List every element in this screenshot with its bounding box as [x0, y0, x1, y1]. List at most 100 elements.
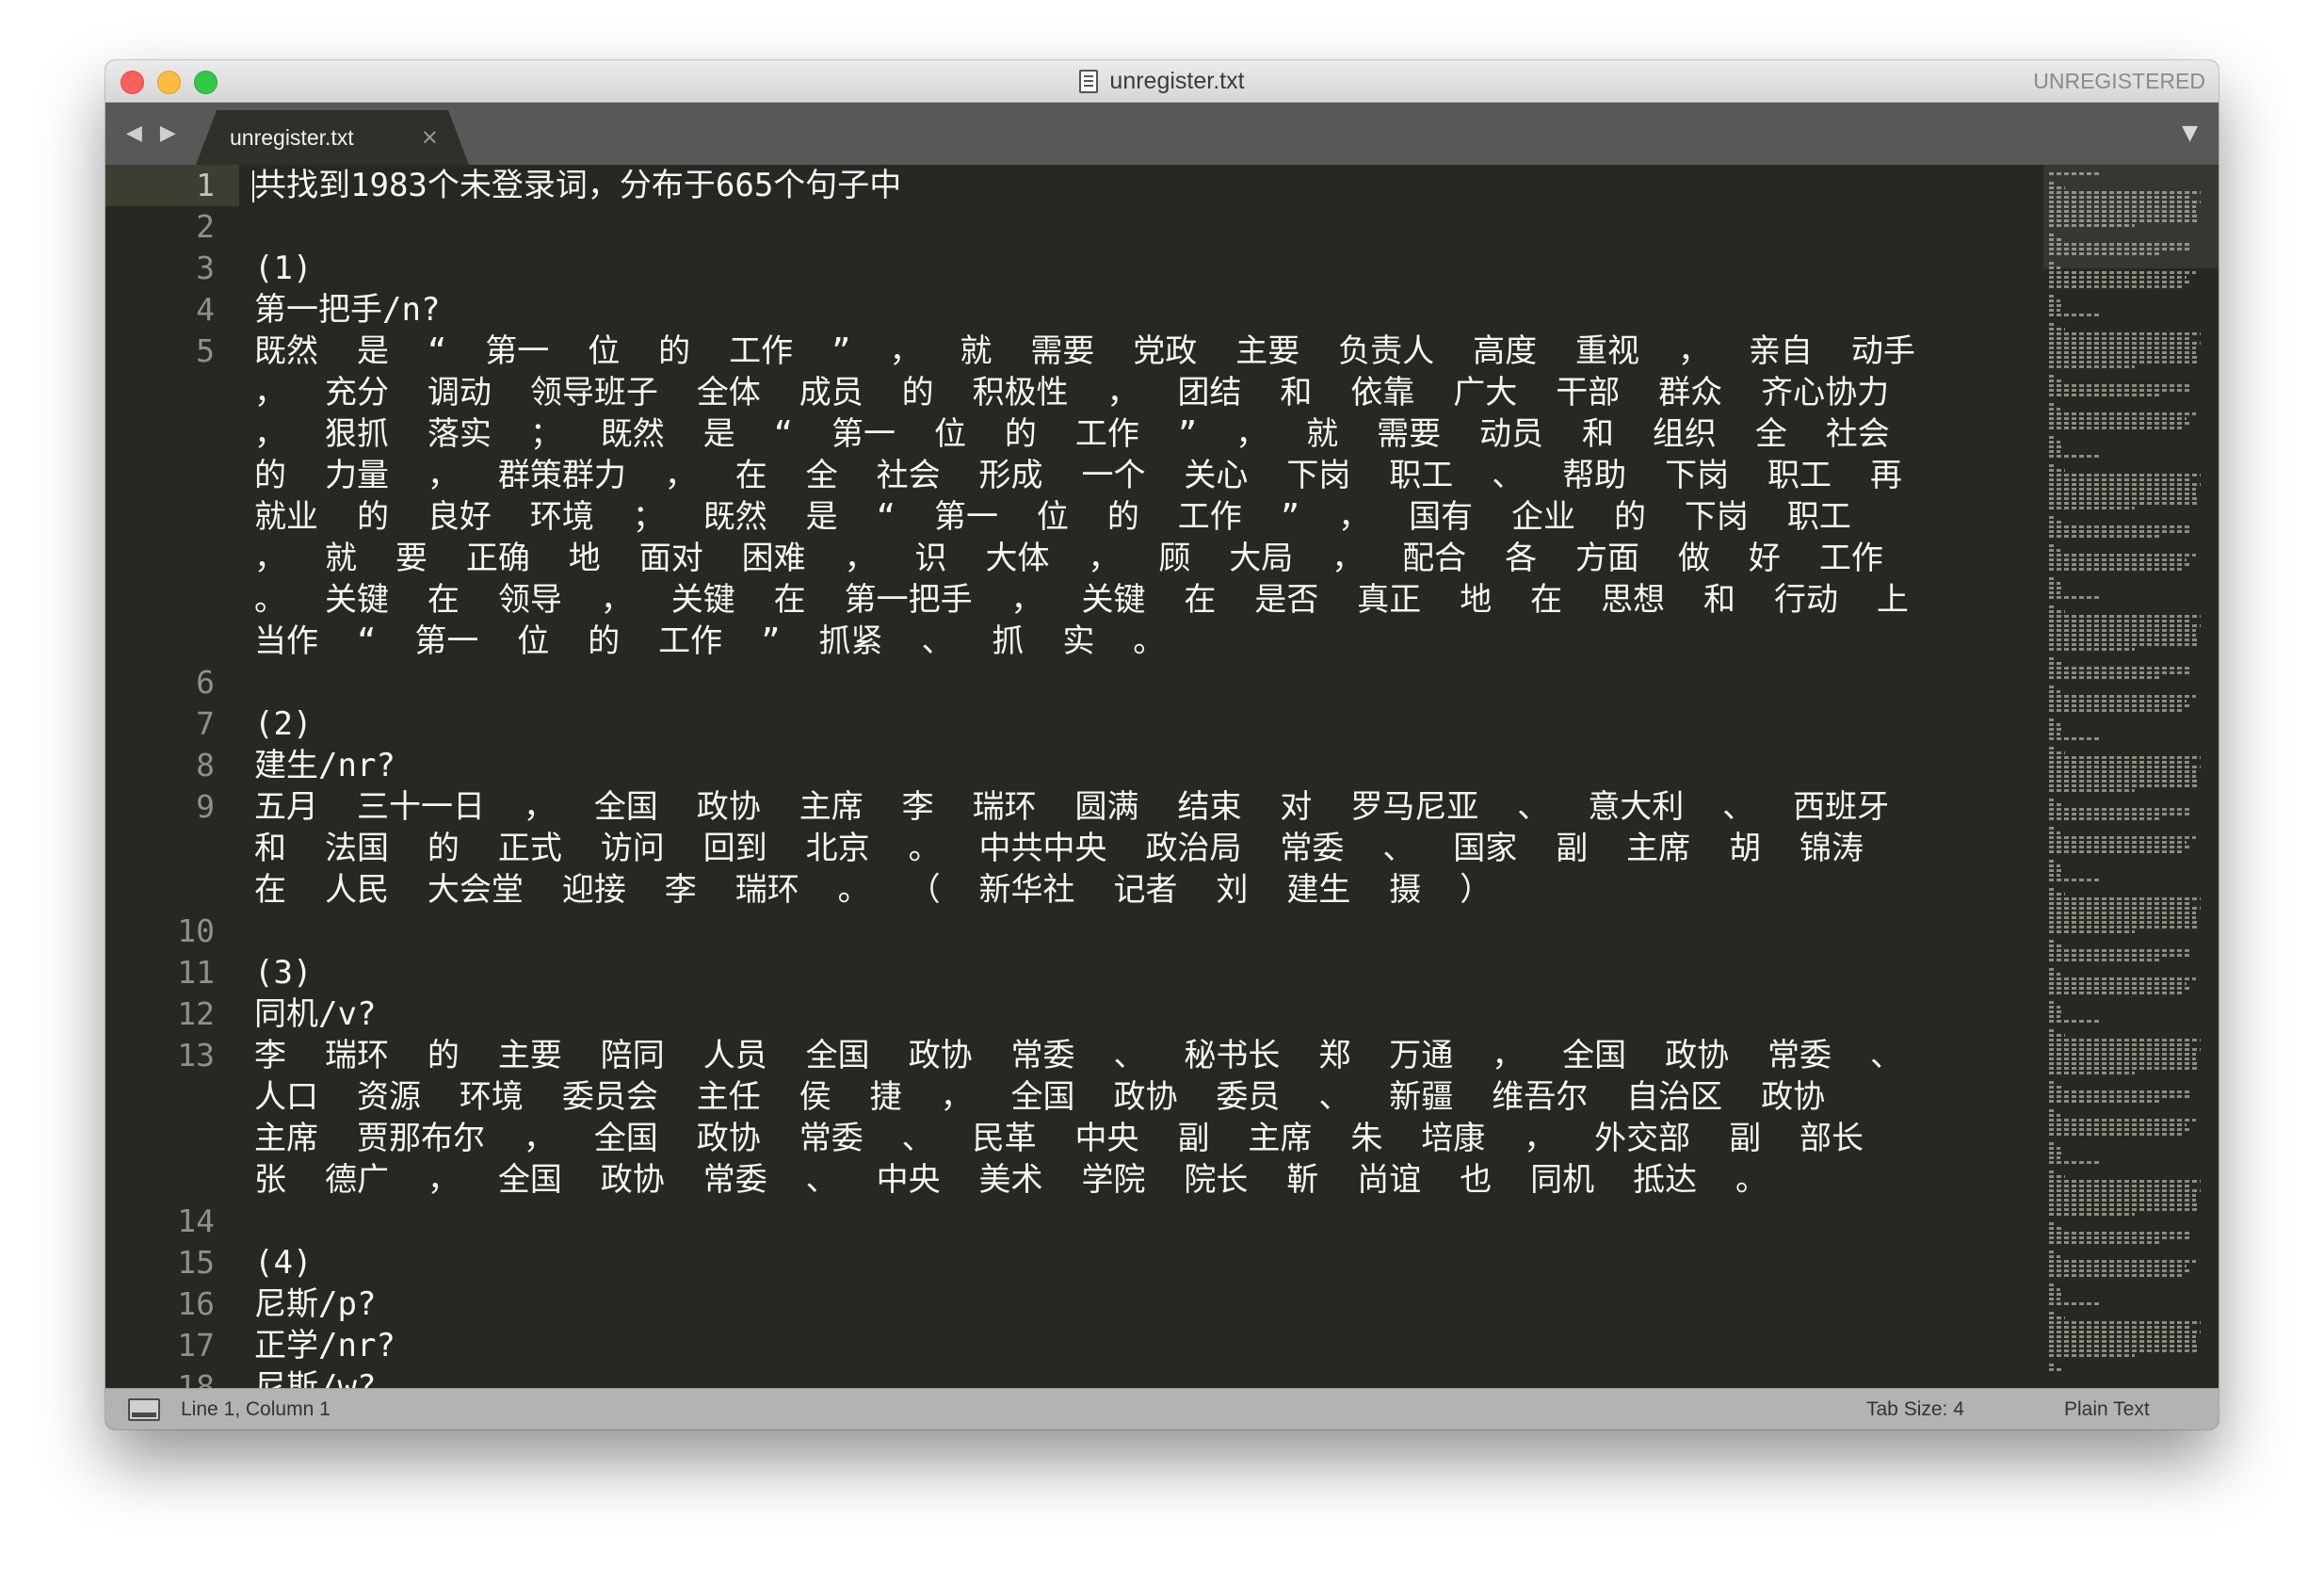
- minimap-line: [2049, 1265, 2187, 1267]
- minimap-line: [2049, 1274, 2185, 1277]
- close-icon[interactable]: ×: [421, 110, 439, 165]
- minimap-line: [2049, 201, 2201, 203]
- line-number: 7: [196, 705, 215, 742]
- tab-unregister-txt[interactable]: unregister.txt ×: [196, 110, 469, 165]
- minimap-line: [2049, 638, 2199, 641]
- text-line: 建生/nr?: [254, 747, 395, 784]
- minimap-line: [2049, 558, 2187, 561]
- syntax-mode[interactable]: Plain Text: [2064, 1389, 2150, 1429]
- minimap-line: [2049, 186, 2065, 189]
- dropdown-icon[interactable]: ▼: [2182, 103, 2198, 165]
- minimap-line: [2049, 813, 2192, 815]
- tab-label: unregister.txt: [230, 125, 354, 150]
- minimap-line: [2049, 271, 2196, 274]
- tab-size[interactable]: Tab Size: 4: [1866, 1389, 1964, 1429]
- minimap-line: [2049, 389, 2192, 392]
- cursor-position: Line 1, Column 1: [181, 1398, 331, 1420]
- minimap-line: [2049, 1133, 2185, 1136]
- minimap-line: [2049, 841, 2187, 844]
- minimap-line: [2049, 907, 2201, 910]
- minimap-line: [2049, 412, 2196, 415]
- minimap-line: [2049, 375, 2057, 378]
- minimap-line: [2049, 718, 2057, 721]
- minimap-line: [2049, 949, 2192, 952]
- text-line: ， 充分 调动 领导班子 全体 成员 的 积极性 ， 团结 和 依靠 广大 干部…: [254, 374, 1890, 412]
- minimap-line: [2049, 1340, 2196, 1343]
- minimap-line: [2049, 314, 2102, 316]
- text-editor[interactable]: 1 2 3 4 5 6 7 8 9 10 11 12 13 14 15 16 17 18 共找到1983个未登录词…: [105, 165, 2219, 1389]
- text-line: 。 关键 在 领导 ， 关键 在 第一把手 ， 关键 在 是否 真正 地 在 思…: [254, 581, 1909, 619]
- minimap-line: [2049, 1302, 2102, 1305]
- minimap-line: [2049, 657, 2057, 660]
- minimap-line: [2049, 648, 2136, 651]
- text-line: 李 瑞环 的 主要 陪同 人员 全国 政协 常委 、 秘书长 郑 万通 ， 全国…: [254, 1037, 1902, 1074]
- minimap-line: [2049, 1298, 2060, 1300]
- text-line: 张 德广 ， 全国 政协 常委 、 中央 美术 学院 院长 靳 尚谊 也 同机 …: [254, 1161, 1768, 1199]
- minimap-line: [2049, 1067, 2199, 1070]
- minimap-line: [2049, 1100, 2160, 1103]
- line-number: 17: [177, 1327, 215, 1364]
- minimap-line: [2049, 940, 2057, 943]
- minimap-line: [2049, 808, 2192, 811]
- minimap-line: [2049, 1199, 2196, 1202]
- minimap-line: [2049, 1142, 2057, 1145]
- editor-window: unregister.txt UNREGISTERED ◀ ▶ unregist…: [105, 60, 2219, 1429]
- minimap-line: [2049, 921, 2199, 924]
- nav-arrows-icon[interactable]: ◀ ▶: [126, 103, 182, 165]
- minimap-line: [2049, 992, 2185, 994]
- minimap-line: [2049, 337, 2192, 340]
- minimap-line: [2049, 403, 2057, 406]
- minimap-line: [2049, 1260, 2196, 1263]
- minimap-line: [2049, 379, 2063, 382]
- title-bar[interactable]: unregister.txt UNREGISTERED: [105, 60, 2219, 103]
- minimap-line: [2049, 700, 2187, 702]
- minimap-line: [2049, 766, 2201, 768]
- minimap[interactable]: [2043, 165, 2219, 1389]
- line-number: [105, 828, 215, 869]
- minimap-line: [2049, 944, 2063, 947]
- text-line: (4): [254, 1244, 313, 1282]
- minimap-line: [2049, 733, 2060, 735]
- line-number: 1: [196, 167, 215, 203]
- minimap-line: [2049, 497, 2199, 500]
- minimap-line: [2049, 1349, 2199, 1352]
- minimap-line: [2049, 1048, 2201, 1051]
- minimap-line: [2049, 474, 2201, 476]
- line-number: 6: [196, 664, 215, 701]
- minimap-line: [2049, 803, 2063, 806]
- minimap-line: [2049, 436, 2057, 439]
- minimap-line: [2049, 1335, 2196, 1338]
- minimap-line: [2049, 285, 2185, 288]
- text-line: 尼斯/w?: [254, 1368, 377, 1389]
- console-icon[interactable]: [128, 1398, 160, 1421]
- minimap-line: [2049, 850, 2185, 853]
- minimap-line: [2049, 605, 2057, 608]
- minimap-line: [2049, 1255, 2060, 1258]
- minimap-line: [2049, 587, 2063, 589]
- minimap-line: [2049, 610, 2065, 613]
- minimap-line: [2049, 215, 2199, 218]
- line-number: [105, 372, 215, 413]
- minimap-line: [2049, 747, 2057, 750]
- minimap-line: [2049, 1364, 2057, 1366]
- line-number: 2: [196, 208, 215, 245]
- minimap-line: [2049, 737, 2102, 740]
- minimap-line: [2049, 643, 2199, 646]
- minimap-line: [2049, 1095, 2192, 1098]
- minimap-line: [2049, 1057, 2196, 1060]
- minimap-line: [2049, 1269, 2192, 1272]
- minimap-line: [2049, 667, 2192, 670]
- minimap-line: [2049, 276, 2187, 279]
- text-line: 当作 “ 第一 位 的 工作 ” 抓紧 、 抓 实 。: [254, 622, 1166, 660]
- minimap-line: [2049, 1006, 2060, 1009]
- minimap-line: [2049, 671, 2192, 674]
- line-number: [105, 538, 215, 579]
- minimap-line: [2049, 789, 2136, 792]
- minimap-line: [2049, 973, 2060, 976]
- line-number-gutter: 1 2 3 4 5 6 7 8 9 10 11 12 13 14 15 16 17 18: [105, 165, 215, 1389]
- minimap-line: [2049, 427, 2185, 429]
- minimap-line: [2049, 1062, 2199, 1065]
- text-line: 既然 是 “ 第一 位 的 工作 ” ， 就 需要 党政 主要 负责人 高度 重…: [254, 332, 1915, 370]
- minimap-line: [2049, 1043, 2192, 1046]
- minimap-line: [2049, 1015, 2060, 1018]
